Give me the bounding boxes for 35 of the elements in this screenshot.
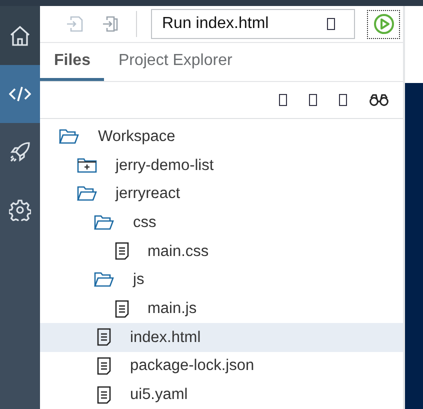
- box-icon-button[interactable]: [309, 94, 317, 106]
- file-icon: [97, 356, 111, 375]
- box-icon: [327, 18, 335, 30]
- rocket-icon: [9, 141, 31, 163]
- tree-item[interactable]: index.html: [40, 322, 403, 352]
- tree-item[interactable]: main.css: [40, 236, 403, 266]
- code-icon: [9, 85, 31, 103]
- export-icon: [102, 15, 120, 34]
- file-icon: [114, 300, 128, 318]
- open-folder-icon: [94, 272, 114, 288]
- tree-item[interactable]: jerry-demo-list: [40, 150, 403, 180]
- tab[interactable]: Project Explorer: [104, 43, 246, 81]
- run-config-field[interactable]: Run index.html: [151, 9, 355, 40]
- open-folder-icon: [94, 215, 114, 230]
- file-icon: [114, 242, 128, 260]
- box-icon-button[interactable]: [279, 94, 287, 106]
- folder-plus-icon: [76, 158, 96, 173]
- file-icon: [97, 386, 111, 404]
- import-icon: [66, 15, 84, 34]
- tree-item[interactable]: jerryreact: [40, 179, 403, 208]
- open-folder-icon: [76, 186, 96, 202]
- tree-item[interactable]: ui5.yaml: [40, 380, 403, 409]
- tree-item[interactable]: js: [40, 266, 403, 294]
- tree-item[interactable]: Workspace: [40, 122, 403, 151]
- run-button[interactable]: [367, 10, 400, 39]
- settings-icon: [9, 199, 31, 221]
- open-folder-icon: [59, 128, 79, 144]
- tree-item[interactable]: main.js: [40, 294, 403, 323]
- tab[interactable]: Files: [40, 43, 104, 81]
- home-icon: [9, 24, 31, 46]
- binoculars-button[interactable]: [369, 94, 389, 106]
- tree-item[interactable]: package-lock.json: [40, 352, 403, 380]
- file-icon: [97, 328, 111, 346]
- tree-item[interactable]: css: [40, 208, 403, 237]
- box-icon-button[interactable]: [339, 94, 347, 106]
